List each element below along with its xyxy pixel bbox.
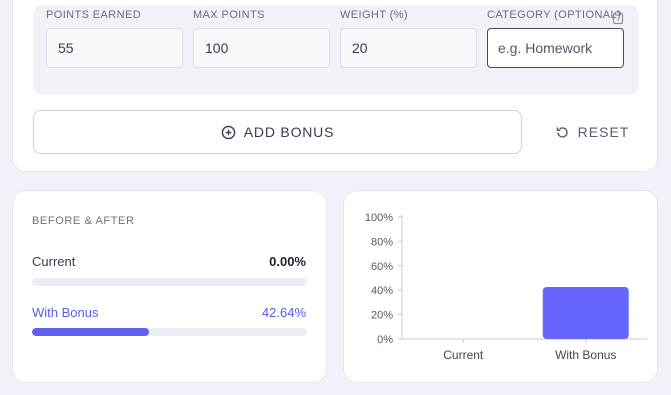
bar-with-bonus [542, 286, 629, 339]
current-value: 0.00% [269, 254, 306, 269]
x-tick-label: With Bonus [555, 348, 616, 362]
before-after-card: BEFORE & AFTER Current 0.00% With Bonus … [12, 190, 327, 383]
before-after-title: BEFORE & AFTER [32, 215, 135, 227]
comparison-bar-chart: 0% 20% 40% 60% 80% 100% Current With Bonus [365, 212, 647, 362]
current-progress-track [32, 278, 307, 286]
y-tick-label: 40% [371, 285, 393, 297]
category-input[interactable] [487, 28, 624, 68]
reset-button[interactable]: RESET [548, 110, 636, 154]
y-tick-label: 20% [371, 310, 393, 322]
y-tick-label: 60% [371, 261, 393, 273]
max-points-label: MAX POINTS [193, 9, 265, 21]
plus-circle-icon [221, 125, 236, 139]
weight-label: WEIGHT (%) [340, 9, 408, 21]
y-tick-label: 80% [371, 236, 393, 248]
add-bonus-button[interactable]: ADD BONUS [33, 110, 522, 154]
current-label: Current [32, 254, 76, 269]
x-tick-label: Current [443, 348, 484, 362]
reset-icon [556, 126, 568, 138]
points-earned-label: POINTS EARNED [46, 9, 142, 21]
with-bonus-value: 42.64% [261, 305, 306, 320]
weight-input[interactable] [340, 28, 477, 68]
category-label: CATEGORY (OPTIONAL) [487, 9, 622, 21]
y-tick-label: 0% [377, 334, 393, 346]
add-bonus-label: ADD BONUS [243, 124, 335, 140]
with-bonus-progress-track [32, 328, 307, 336]
reset-label: RESET [577, 124, 630, 140]
comparison-chart-card: 0% 20% 40% 60% 80% 100% Current With Bonus [343, 190, 658, 383]
max-points-input[interactable] [193, 28, 330, 68]
y-tick-label: 100% [365, 212, 393, 224]
with-bonus-label: With Bonus [32, 305, 99, 320]
with-bonus-progress-fill [32, 328, 150, 336]
bonus-input-card: POINTS EARNED MAX POINTS WEIGHT (%) CATE… [12, 0, 658, 172]
points-earned-input[interactable] [46, 28, 183, 68]
